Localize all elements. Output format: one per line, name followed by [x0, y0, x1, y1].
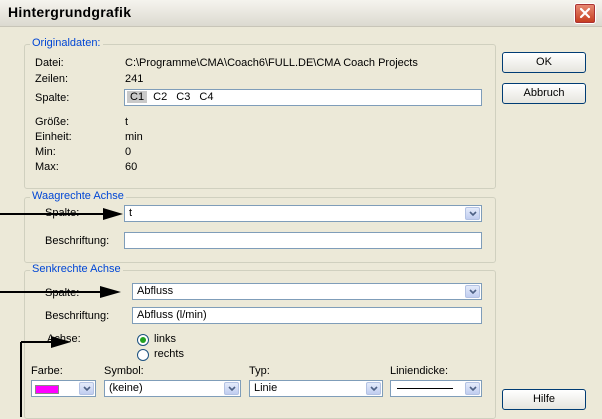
column-c1[interactable]: C1: [127, 91, 148, 103]
min-label: Min:: [35, 146, 56, 158]
symbol-value: (keine): [109, 382, 143, 394]
dialog-body: Originaldaten: Datei: C:\Programme\CMA\C…: [0, 27, 602, 419]
horizontal-column-dropdown[interactable]: [465, 207, 480, 220]
vertical-column-select[interactable]: Abfluss: [132, 283, 482, 300]
axis-right-label[interactable]: rechts: [154, 348, 184, 360]
column-c2[interactable]: C2: [150, 91, 170, 103]
axis-left-radio[interactable]: [137, 334, 149, 346]
original-data-legend: Originaldaten:: [30, 37, 103, 49]
vertical-caption-input[interactable]: Abfluss (l/min): [132, 307, 482, 324]
horizontal-caption-label: Beschriftung:: [45, 235, 110, 247]
chevron-down-icon: [370, 386, 378, 392]
annotation-arrow-horizontal-icon: [0, 208, 123, 220]
window-title: Hintergrundgrafik: [8, 4, 132, 20]
horizontal-caption-input[interactable]: [124, 232, 482, 249]
color-dropdown[interactable]: [79, 382, 94, 395]
annotation-arrow-axis-icon: [20, 336, 71, 417]
max-value: 60: [125, 161, 138, 173]
size-label: Größe:: [35, 116, 70, 128]
annotation-arrow-vertical-icon: [0, 286, 121, 298]
vertical-caption-label: Beschriftung:: [45, 310, 110, 322]
chevron-down-icon: [469, 289, 477, 295]
type-value: Linie: [254, 382, 278, 394]
symbol-select[interactable]: (keine): [104, 380, 241, 397]
horizontal-column-value: t: [129, 207, 133, 219]
size-value: t: [125, 116, 129, 128]
min-value: 0: [125, 146, 132, 158]
type-label: Typ:: [249, 365, 270, 377]
symbol-dropdown[interactable]: [224, 382, 239, 395]
column-c4[interactable]: C4: [196, 91, 216, 103]
rows-label: Zeilen:: [35, 73, 69, 85]
vertical-column-dropdown[interactable]: [465, 285, 480, 298]
close-icon: [579, 7, 591, 19]
column-c3[interactable]: C3: [173, 91, 193, 103]
radio-selected-dot: [140, 337, 146, 343]
rows-value: 241: [125, 73, 144, 85]
linewidth-select[interactable]: [390, 380, 482, 397]
chevron-down-icon: [469, 386, 477, 392]
horizontal-axis-legend: Waagrechte Achse: [30, 190, 126, 202]
file-label: Datei:: [35, 57, 64, 69]
cancel-button[interactable]: Abbruch: [502, 83, 586, 104]
type-dropdown[interactable]: [366, 382, 381, 395]
help-button[interactable]: Hilfe: [502, 389, 586, 410]
unit-label: Einheit:: [35, 131, 72, 143]
linewidth-label: Liniendicke:: [390, 365, 449, 377]
unit-value: min: [125, 131, 143, 143]
axis-left-label[interactable]: links: [154, 333, 176, 345]
symbol-label: Symbol:: [104, 365, 144, 377]
chevron-down-icon: [228, 386, 236, 392]
type-select[interactable]: Linie: [249, 380, 383, 397]
columns-list[interactable]: C1 C2 C3 C4: [124, 89, 482, 106]
vertical-column-value: Abfluss: [137, 285, 174, 297]
file-value: C:\Programme\CMA\Coach6\FULL.DE\CMA Coac…: [125, 57, 418, 69]
max-label: Max:: [35, 161, 59, 173]
line-sample: [397, 388, 453, 389]
title-bar: Hintergrundgrafik: [0, 0, 602, 27]
close-button[interactable]: [574, 3, 596, 24]
horizontal-column-select[interactable]: t: [124, 205, 482, 222]
chevron-down-icon: [83, 386, 91, 392]
chevron-down-icon: [469, 211, 477, 217]
ok-button[interactable]: OK: [502, 52, 586, 73]
vertical-axis-legend: Senkrechte Achse: [30, 263, 123, 275]
column-label: Spalte:: [35, 92, 70, 104]
linewidth-dropdown[interactable]: [465, 382, 480, 395]
axis-right-radio[interactable]: [137, 349, 149, 361]
